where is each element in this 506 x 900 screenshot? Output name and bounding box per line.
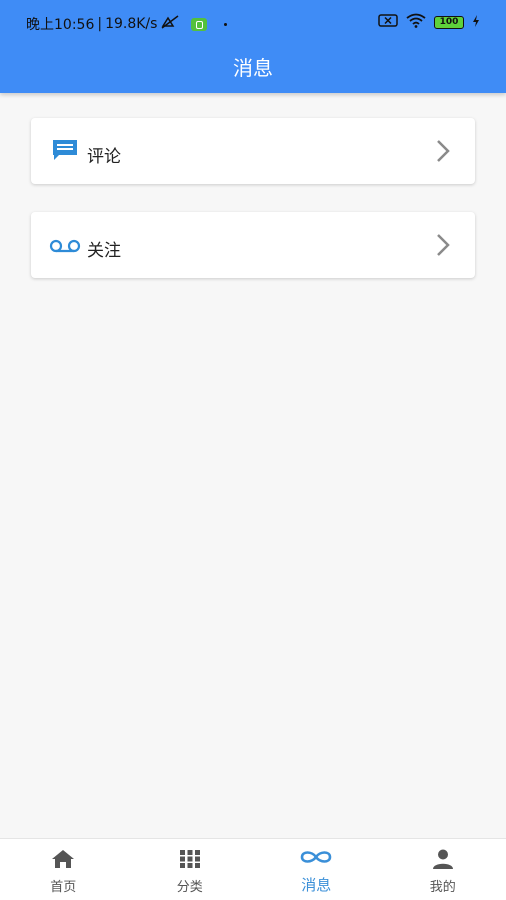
page-title: 消息 [233, 56, 273, 80]
tab-mine[interactable]: 我的 [380, 839, 506, 900]
tab-messages[interactable]: 消息 [253, 839, 380, 900]
network-speed: 19.8K/s [105, 16, 158, 32]
comments-item[interactable]: 评论 [31, 118, 475, 184]
chevron-right-icon [435, 232, 451, 262]
tab-category-label: 分类 [176, 880, 203, 895]
tab-messages-label: 消息 [301, 876, 332, 894]
status-right: 100 [378, 13, 480, 32]
tab-category[interactable]: 分类 [127, 839, 254, 900]
tab-home-label: 首页 [50, 880, 77, 895]
voicemail-icon [49, 238, 81, 257]
sim-off-icon [378, 14, 398, 31]
status-bar: 晚上10:56 | 19.8K/s 100 [0, 0, 506, 36]
home-icon [51, 849, 75, 873]
bottom-tab-bar: 首页 分类 消息 我的 [0, 838, 506, 900]
alarm-off-icon [160, 15, 180, 33]
status-left: 晚上10:56 | 19.8K/s [26, 14, 228, 34]
app-notification-icon [191, 17, 208, 31]
comment-icon [51, 138, 79, 166]
tab-mine-label: 我的 [429, 880, 456, 895]
wifi-icon [406, 13, 426, 32]
tab-home[interactable]: 首页 [0, 839, 127, 900]
status-time: 晚上10:56 [26, 17, 95, 33]
app-header: 晚上10:56 | 19.8K/s 100 消息 [0, 0, 506, 93]
comments-label: 评论 [87, 147, 121, 167]
battery-icon: 100 [434, 16, 464, 29]
dot-icon [224, 22, 228, 26]
chevron-right-icon [435, 138, 451, 168]
follow-item[interactable]: 关注 [31, 212, 475, 278]
infinity-icon [299, 849, 333, 869]
charging-icon [472, 14, 480, 31]
grid-icon [179, 849, 201, 873]
follow-label: 关注 [87, 241, 121, 261]
status-separator: | [97, 16, 103, 32]
person-icon [432, 849, 454, 873]
